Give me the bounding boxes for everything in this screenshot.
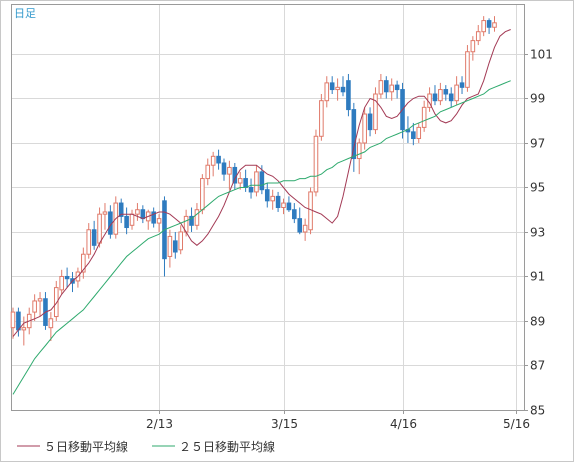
candle-body: [443, 89, 449, 95]
candle-body: [378, 80, 384, 95]
y-tick-label: 87: [530, 359, 545, 373]
candle-body: [270, 195, 275, 202]
y-tick-label: 101: [530, 48, 553, 62]
candle-body: [492, 22, 497, 28]
candle-body: [340, 86, 346, 93]
candle-body: [21, 327, 27, 331]
candle-body: [237, 178, 243, 184]
candle-body: [59, 275, 64, 291]
candle-body: [91, 229, 97, 246]
candle-body: [465, 51, 470, 88]
y-tick-label: 91: [530, 270, 545, 284]
candle-body: [156, 218, 162, 224]
candle-body: [210, 155, 216, 166]
candle-body: [48, 318, 54, 329]
candle-body: [319, 100, 324, 137]
legend-label-ma25: ２５日移動平均線: [179, 439, 275, 454]
x-tick-label: 3/15: [271, 417, 298, 431]
candle-body: [173, 240, 178, 253]
candle-body: [308, 191, 313, 231]
candle-body: [167, 235, 173, 257]
candle-body: [16, 311, 21, 331]
candle-up: [373, 87, 378, 135]
legend-label-ma5: ５日移動平均線: [44, 439, 128, 454]
candle-body: [135, 209, 140, 215]
chart-canvas: 日足 8587899193959799101 2/13 3/15 4/16 5/16 …: [0, 0, 574, 462]
candle-body: [254, 171, 259, 193]
x-tick-label: 4/16: [390, 417, 417, 431]
candle-body: [329, 82, 335, 91]
candle-body: [64, 275, 70, 280]
candle-body: [313, 135, 319, 193]
candle-body: [454, 84, 459, 102]
candle-body: [302, 224, 308, 233]
x-tick-label: 5/16: [503, 417, 530, 431]
candle-body: [86, 229, 92, 255]
candle-body: [481, 20, 486, 33]
candle-body: [124, 215, 129, 229]
candle-body: [324, 82, 330, 102]
candlestick-chart: 日足 85 87 89 91 93 95 97 99 101 2/13 3/15 4/16 5/16 …: [0, 0, 574, 462]
candle-body: [373, 93, 378, 131]
candle-body: [178, 231, 184, 251]
candle-body: [140, 209, 146, 220]
candle-body: [102, 211, 108, 215]
candle-body: [194, 209, 200, 226]
candle-body: [383, 80, 389, 93]
candle-body: [97, 213, 102, 244]
candle-body: [221, 162, 227, 175]
candle-up: [308, 187, 313, 235]
candle-up: [319, 94, 324, 141]
candle-body: [459, 82, 465, 88]
candle-body: [448, 93, 454, 102]
candle-body: [216, 155, 221, 164]
period-label: 日足: [14, 7, 36, 20]
y-tick-label: 85: [530, 404, 545, 418]
candle-body: [297, 218, 303, 233]
candle-up: [313, 129, 319, 197]
candle-body: [335, 86, 340, 91]
candle-body: [411, 131, 416, 140]
candle-body: [32, 300, 37, 313]
candle-body: [432, 93, 438, 102]
candle-body: [264, 189, 270, 202]
candle-body: [281, 202, 286, 209]
candle-body: [37, 298, 43, 302]
candle-body: [259, 171, 265, 191]
candle-body: [367, 113, 373, 131]
candle-body: [227, 166, 232, 175]
candle-body: [10, 311, 16, 329]
candle-body: [438, 89, 443, 102]
candle-body: [421, 106, 427, 128]
candle-body: [394, 84, 400, 91]
x-tick-label: 2/13: [146, 417, 173, 431]
candle-up: [362, 107, 367, 150]
y-tick-label: 95: [530, 181, 545, 195]
candle-down: [346, 73, 351, 117]
candle-body: [389, 84, 394, 93]
y-tick-label: 93: [530, 226, 545, 240]
candle-body: [243, 178, 248, 188]
candle-body: [470, 40, 476, 53]
candle-body: [248, 186, 254, 193]
candle-body: [286, 202, 292, 211]
candle-up: [465, 45, 470, 92]
candle-body: [486, 20, 492, 28]
candle-body: [200, 178, 205, 211]
candle-body: [205, 164, 211, 180]
y-tick-label: 99: [530, 92, 545, 106]
candle-body: [129, 213, 135, 226]
candle-body: [275, 195, 281, 208]
candle-body: [346, 80, 351, 111]
y-tick-label: 89: [530, 315, 545, 329]
candle-body: [475, 31, 481, 42]
candle-body: [362, 113, 367, 144]
candle-body: [416, 126, 422, 140]
candle-body: [292, 209, 297, 220]
y-tick-label: 97: [530, 137, 545, 151]
candle-body: [356, 142, 362, 160]
